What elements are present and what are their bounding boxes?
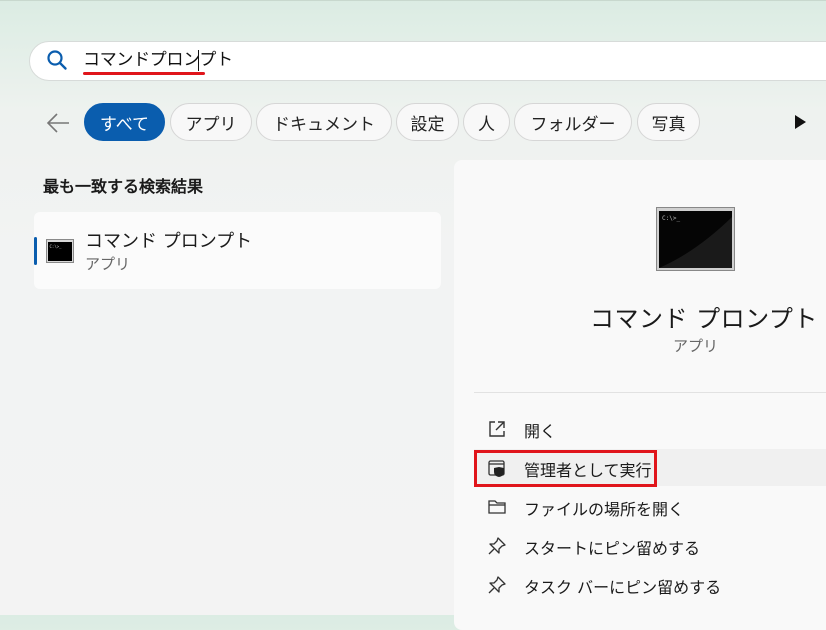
filter-label: すべて [99,114,150,135]
result-name: コマンド プロンプト [85,231,253,252]
annotation-underline [83,72,205,75]
open-external-icon [489,421,505,437]
action-pin-to-taskbar[interactable]: タスク バーにピン留めする [474,565,826,603]
filter-label: 設定 [410,114,445,135]
result-type: アプリ [85,255,131,273]
filter-tab-apps[interactable]: アプリ [170,103,252,141]
back-arrow-icon[interactable] [44,110,72,136]
filter-label: 人 [478,114,495,135]
window-top-edge [0,0,826,1]
command-prompt-icon: C:\>_ [46,239,74,263]
pin-icon [488,537,506,555]
filter-tab-photos[interactable]: 写真 [637,103,700,141]
command-prompt-icon: C:\>_ [656,207,735,271]
best-match-heading: 最も一致する検索結果 [43,177,204,196]
action-pin-to-start[interactable]: スタートにピン留めする [474,526,826,564]
search-query-text[interactable]: コマンドプロンプト [83,48,233,72]
svg-text:C:\>_: C:\>_ [50,244,63,249]
svg-text:C:\>_: C:\>_ [662,215,680,222]
action-label: ファイルの場所を開く [524,500,685,519]
action-open[interactable]: 開く [474,409,826,447]
pin-icon [488,576,506,594]
filter-label: ドキュメント [273,114,375,135]
action-label: スタートにピン留めする [524,539,701,558]
action-open-file-location[interactable]: ファイルの場所を開く [474,487,826,525]
annotation-highlight-box [474,450,657,487]
filter-tab-documents[interactable]: ドキュメント [256,103,392,141]
action-label: 開く [524,422,557,441]
action-label: タスク バーにピン留めする [524,578,722,597]
filter-label: アプリ [185,114,237,135]
filter-tab-all[interactable]: すべて [84,103,165,141]
search-icon [47,50,67,70]
folder-icon [488,500,506,514]
divider [474,392,826,393]
filter-label: フォルダー [530,114,616,135]
filter-tab-folders[interactable]: フォルダー [514,103,632,141]
filter-tab-settings[interactable]: 設定 [396,103,459,141]
filter-tab-people[interactable]: 人 [463,103,510,141]
selection-indicator [34,237,37,265]
filter-label: 写真 [651,114,686,135]
text-caret [198,50,199,71]
detail-app-name: コマンド プロンプト [590,305,818,333]
more-filters-arrow-icon[interactable] [793,114,807,130]
detail-app-type: アプリ [673,337,719,355]
